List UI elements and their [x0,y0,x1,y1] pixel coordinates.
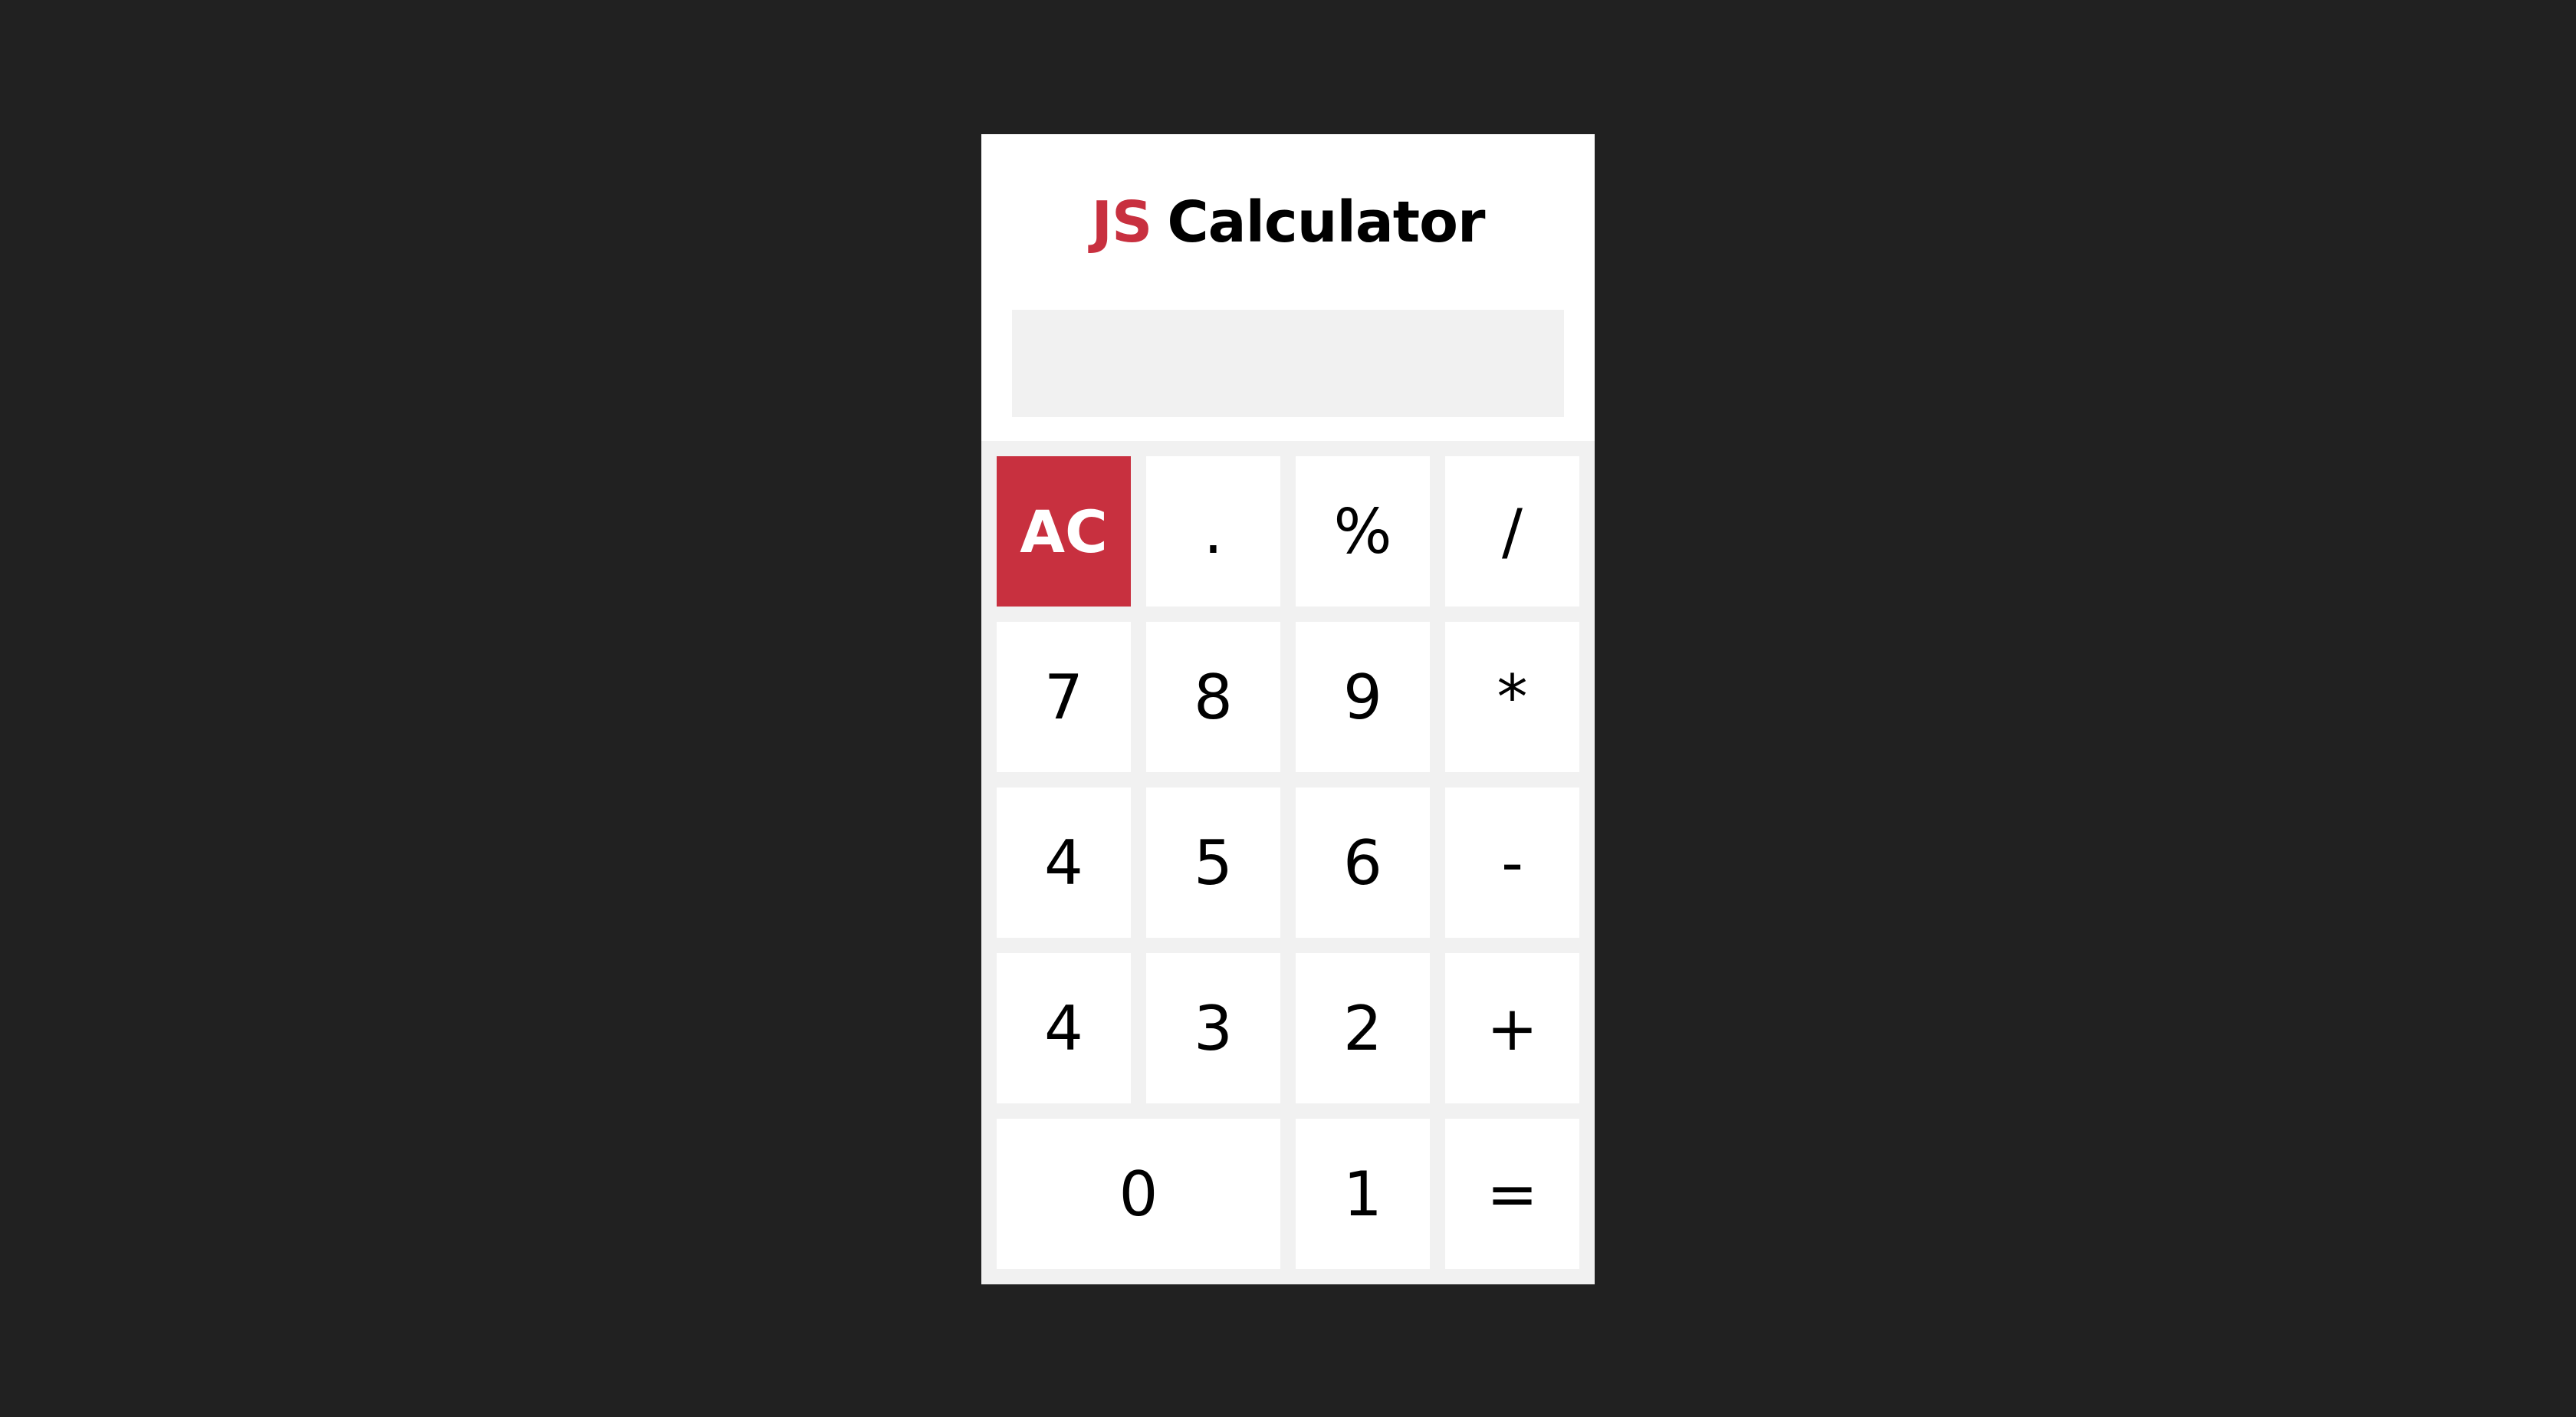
add-button[interactable]: + [1445,953,1579,1103]
digit-1-button[interactable]: 1 [1296,1119,1430,1269]
digit-2-button[interactable]: 2 [1296,953,1430,1103]
digit-0-button[interactable]: 0 [997,1119,1280,1269]
digit-4-button-second[interactable]: 4 [997,953,1131,1103]
subtract-button[interactable]: - [1445,787,1579,938]
app-title: JS Calculator [981,134,1595,311]
percent-button[interactable]: % [1296,456,1430,607]
equals-button[interactable]: = [1445,1119,1579,1269]
digit-7-button[interactable]: 7 [997,622,1131,772]
decimal-button[interactable]: . [1146,456,1280,607]
clear-button[interactable]: AC [997,456,1131,607]
digit-8-button[interactable]: 8 [1146,622,1280,772]
calculator: JS Calculator AC . % / 7 8 9 * 4 5 6 - 4… [981,134,1595,1284]
title-main: Calculator [1167,189,1485,255]
digit-9-button[interactable]: 9 [1296,622,1430,772]
divide-button[interactable]: / [1445,456,1579,607]
digit-5-button[interactable]: 5 [1146,787,1280,938]
multiply-button[interactable]: * [1445,622,1579,772]
title-accent: JS [1091,189,1152,255]
digit-4-button[interactable]: 4 [997,787,1131,938]
digit-6-button[interactable]: 6 [1296,787,1430,938]
calculator-display[interactable] [1012,310,1564,417]
digit-3-button[interactable]: 3 [1146,953,1280,1103]
keypad: AC . % / 7 8 9 * 4 5 6 - 4 3 2 + 0 1 = [981,441,1595,1284]
